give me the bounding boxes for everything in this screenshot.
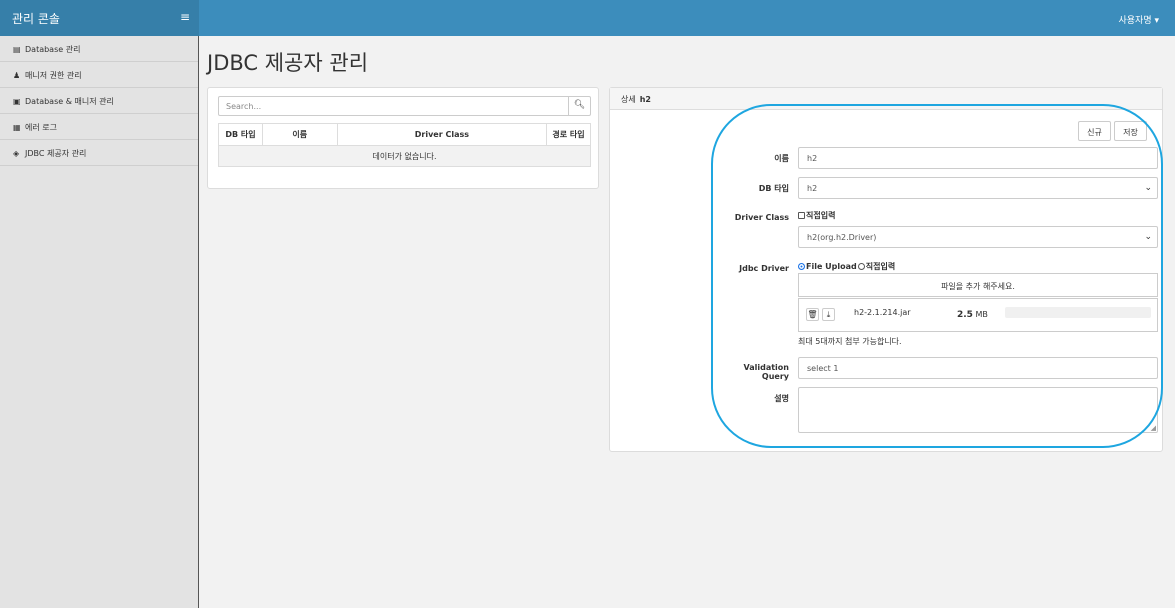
name-input[interactable]: h2 (798, 147, 1158, 169)
provider-list-panel: 🔍︎ DB 타입 이름 Driver Class 경로 타입 데이터가 없습니다… (207, 87, 599, 189)
sidebar-item-label: 에러 로그 (25, 123, 57, 132)
driver-direct-input-option: 직접입력 (798, 210, 835, 221)
file-upload-label: File Upload (806, 262, 857, 271)
name-label: 이름 (774, 154, 789, 163)
sidebar-item-error-log[interactable]: ▦ 에러 로그 (0, 114, 198, 140)
sidebar-item-label: 매니저 권한 관리 (25, 71, 82, 80)
sidebar-item-label: Database 관리 (25, 45, 81, 54)
user-menu-dropdown[interactable]: 사용자명 ▾ (1119, 13, 1160, 26)
upload-limit-note: 최대 5대까지 첨부 가능합니다. (798, 337, 902, 346)
jdbc-driver-label: Jdbc Driver (739, 264, 789, 273)
app-title: 관리 콘솔 (12, 12, 60, 26)
column-header-driver-class[interactable]: Driver Class (336, 123, 548, 146)
detail-header-name: h2 (639, 95, 651, 104)
db-type-label: DB 타입 (758, 184, 789, 193)
db-type-value: h2 (807, 184, 818, 193)
detail-header: 상세 h2 (610, 88, 1162, 110)
trash-icon[interactable]: 🗑︎ (806, 308, 819, 321)
file-size-unit: MB (975, 310, 988, 319)
file-size: 2.5 MB (957, 310, 988, 320)
driver-direct-input-checkbox[interactable] (798, 212, 805, 219)
sidebar-item-label: JDBC 제공자 관리 (25, 149, 87, 158)
driver-class-value: h2(org.h2.Driver) (807, 233, 877, 242)
file-upload-dropzone[interactable]: 파일을 추가 해주세요. (798, 273, 1158, 297)
driver-class-label: Driver Class (734, 213, 789, 222)
page-title: JDBC 제공자 관리 (207, 51, 369, 75)
database-icon: ▤ (13, 45, 21, 54)
list-icon: ▦ (13, 123, 21, 132)
description-textarea[interactable]: ◢ (798, 387, 1158, 433)
sidebar-item-database[interactable]: ▤ Database 관리 (0, 36, 198, 62)
column-header-path-type[interactable]: 경로 타입 (546, 123, 591, 146)
sidebar-item-manager-permissions[interactable]: ♟ 매니저 권한 관리 (0, 62, 198, 88)
uploaded-file-row: 🗑︎ ⤓ h2-2.1.214.jar 2.5 MB (798, 298, 1158, 332)
column-header-db-type[interactable]: DB 타입 (218, 123, 263, 146)
validation-query-label: Validation Query (743, 363, 789, 381)
chevron-down-icon: ⌄ (1144, 232, 1152, 242)
download-icon[interactable]: ⤓ (822, 308, 835, 321)
id-card-icon: ▣ (13, 97, 21, 106)
db-type-select[interactable]: h2 ⌄ (798, 177, 1158, 199)
sidebar: ▤ Database 관리 ♟ 매니저 권한 관리 ▣ Database & 매니저 … (0, 36, 199, 608)
column-header-name[interactable]: 이름 (261, 123, 338, 146)
upload-progress-bar (1005, 307, 1151, 318)
jdbc-driver-options: File Upload 직접입력 (798, 261, 895, 272)
new-button[interactable]: 신규 (1078, 121, 1111, 141)
jdbc-direct-input-radio[interactable] (857, 263, 865, 270)
description-label: 설명 (774, 394, 789, 403)
file-size-number: 2.5 (957, 310, 973, 320)
validation-query-input[interactable]: select 1 (798, 357, 1158, 379)
driver-direct-input-label: 직접입력 (806, 211, 836, 220)
file-upload-radio[interactable] (798, 263, 805, 270)
hamburger-icon[interactable]: ≡ (180, 10, 190, 24)
detail-header-label: 상세 (621, 95, 636, 104)
save-button[interactable]: 저장 (1114, 121, 1147, 141)
driver-class-select[interactable]: h2(org.h2.Driver) ⌄ (798, 226, 1158, 248)
resize-grip-icon[interactable]: ◢ (1151, 424, 1156, 432)
brand-bar: 관리 콘솔 ≡ (0, 0, 199, 36)
search-input[interactable] (219, 97, 569, 115)
chevron-down-icon: ⌄ (1144, 183, 1152, 193)
sidebar-item-jdbc-provider[interactable]: ◈ JDBC 제공자 관리 (0, 140, 198, 166)
empty-message: 데이터가 없습니다. (218, 145, 591, 167)
file-name: h2-2.1.214.jar (854, 308, 911, 317)
jdbc-direct-input-label: 직접입력 (865, 262, 896, 271)
sidebar-item-database-manager[interactable]: ▣ Database & 매니저 관리 (0, 88, 198, 114)
sidebar-item-label: Database & 매니저 관리 (25, 97, 114, 106)
user-lock-icon: ♟ (13, 71, 21, 80)
provider-table: DB 타입 이름 Driver Class 경로 타입 데이터가 없습니다. (218, 123, 591, 167)
plug-icon: ◈ (13, 149, 20, 158)
search-icon[interactable]: 🔍︎ (568, 97, 590, 115)
search-box: 🔍︎ (218, 96, 591, 116)
